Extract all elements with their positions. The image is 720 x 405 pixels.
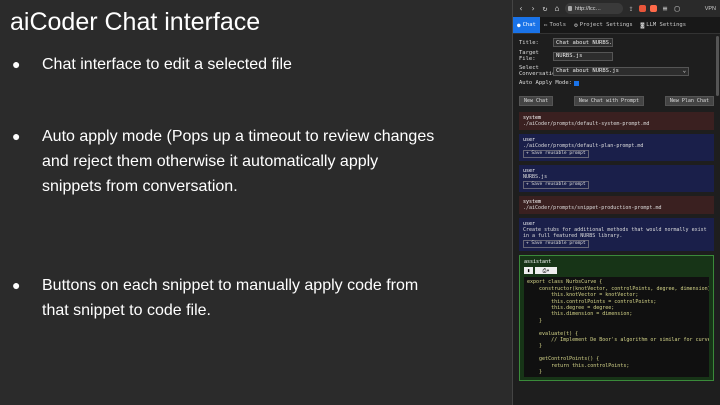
- bullet-text: Chat interface to edit a selected file: [42, 56, 292, 73]
- bullet-item: ● Buttons on each snippet to manually ap…: [12, 273, 442, 323]
- home-icon[interactable]: ⌂: [553, 4, 561, 13]
- save-prompt-button[interactable]: + Save reusable prompt: [523, 181, 589, 189]
- message-system: system ./aiCoder/prompts/snippet-product…: [519, 196, 714, 214]
- scrollbar[interactable]: [716, 36, 719, 96]
- save-prompt-button[interactable]: + Save reusable prompt: [523, 150, 589, 158]
- message-role: assistant: [524, 259, 552, 265]
- bullet-text: Auto apply mode (Pops up a timeout to re…: [42, 128, 435, 195]
- title-row: Title: Chat about NURBS.js: [519, 38, 714, 47]
- tab-label: Chat: [522, 22, 536, 28]
- share-icon[interactable]: ⇪: [627, 4, 635, 13]
- address-bar: ‹ › ↻ ⌂ http://lcc… ⇪ ≡ ▢ VPN: [513, 0, 720, 17]
- lock-icon: [568, 6, 572, 11]
- target-file-input[interactable]: NURBS.js: [553, 51, 613, 61]
- message-text: ./aiCoder/prompts/snippet-production-pro…: [523, 205, 662, 211]
- url-text: http://lcc…: [575, 5, 601, 12]
- message-user: user ./aiCoder/prompts/default-plan-prom…: [519, 134, 714, 161]
- tab-tools[interactable]: ✂ Tools: [540, 17, 570, 33]
- copy-icon[interactable]: ▮: [524, 267, 533, 275]
- vpn-button[interactable]: VPN: [705, 6, 716, 12]
- new-chat-button[interactable]: New Chat: [519, 96, 554, 106]
- tab-label: LLM Settings: [646, 22, 687, 28]
- robot-icon: ◙: [640, 21, 645, 29]
- new-plan-chat-button[interactable]: New Plan Chat: [664, 96, 714, 106]
- message-system: system ./aiCoder/prompts/default-system-…: [519, 112, 714, 130]
- chat-panel: Title: Chat about NURBS.js Target File: N…: [513, 34, 720, 385]
- bullet-text: Buttons on each snippet to manually appl…: [42, 277, 419, 319]
- bullet-dot: ●: [12, 128, 21, 144]
- message-user: user NURBS.js + Save reusable prompt: [519, 165, 714, 192]
- auto-apply-label: Auto Apply Mode:: [519, 80, 572, 86]
- select-conversation-label: Select Conversation:: [519, 65, 563, 77]
- conversation-select[interactable]: Chat about NURBS.js ⌄: [553, 66, 689, 76]
- target-file-label: Target File:: [519, 50, 539, 62]
- bullet-item: ● Auto apply mode (Pops up a timeout to …: [12, 124, 442, 199]
- slide-title: aiCoder Chat interface: [10, 8, 261, 36]
- tab-llm-settings[interactable]: ◙ LLM Settings: [637, 17, 690, 33]
- tab-project-settings[interactable]: ⚙ Project Settings: [570, 17, 637, 33]
- message-user: user Create stubs for additional methods…: [519, 218, 714, 251]
- message-text: NURBS.js: [523, 174, 548, 180]
- new-chat-with-prompt-button[interactable]: New Chat with Prompt: [573, 96, 645, 106]
- bullet-dot: ●: [12, 56, 21, 72]
- menu-icon[interactable]: ≡: [661, 4, 669, 13]
- title-input[interactable]: Chat about NURBS.js: [553, 38, 613, 47]
- message-text: ./aiCoder/prompts/default-plan-prompt.md: [523, 143, 644, 149]
- auto-apply-row: Auto Apply Mode:: [519, 80, 714, 86]
- apply-snippet-button[interactable]: ⎙▾: [535, 267, 557, 275]
- browser-window: ‹ › ↻ ⌂ http://lcc… ⇪ ≡ ▢ VPN ● Chat ✂ T…: [512, 0, 720, 405]
- tab-chat[interactable]: ● Chat: [513, 17, 540, 33]
- tab-bar: ● Chat ✂ Tools ⚙ Project Settings ◙ LLM …: [513, 17, 720, 34]
- url-field[interactable]: http://lcc…: [565, 3, 623, 14]
- title-label: Title:: [519, 39, 539, 46]
- forward-icon[interactable]: ›: [529, 4, 537, 13]
- brave-shield-icon[interactable]: [639, 5, 646, 12]
- gear-icon: ⚙: [574, 21, 578, 29]
- snippet-toolbar: ▮ ⎙▾: [524, 267, 709, 275]
- message-assistant: assistant ▮ ⎙▾ export class NurbsCurve {…: [519, 255, 714, 382]
- tab-label: Project Settings: [579, 22, 633, 28]
- chat-icon: ●: [517, 21, 521, 29]
- tab-label: Tools: [549, 22, 567, 28]
- save-prompt-button[interactable]: + Save reusable prompt: [523, 240, 589, 248]
- tools-icon: ✂: [543, 21, 548, 29]
- auto-apply-checkbox[interactable]: [573, 80, 579, 86]
- rewards-icon[interactable]: [650, 5, 657, 12]
- bullet-dot: ●: [12, 277, 21, 293]
- sidebar-icon[interactable]: ▢: [673, 4, 681, 13]
- back-icon[interactable]: ‹: [517, 4, 525, 13]
- chevron-down-icon: ⌄: [682, 68, 686, 74]
- reload-icon[interactable]: ↻: [541, 4, 549, 13]
- bullet-item: ● Chat interface to edit a selected file: [12, 52, 442, 77]
- message-text: ./aiCoder/prompts/default-system-prompt.…: [523, 121, 650, 127]
- code-snippet: export class NurbsCurve { constructor(kn…: [524, 277, 709, 378]
- message-text: Create stubs for additional methods that…: [523, 227, 707, 239]
- chat-button-row: New Chat New Chat with Prompt New Plan C…: [519, 96, 714, 106]
- target-file-row: Target File: NURBS.js: [519, 50, 714, 62]
- select-conversation-row: Select Conversation: Chat about NURBS.js …: [519, 65, 714, 77]
